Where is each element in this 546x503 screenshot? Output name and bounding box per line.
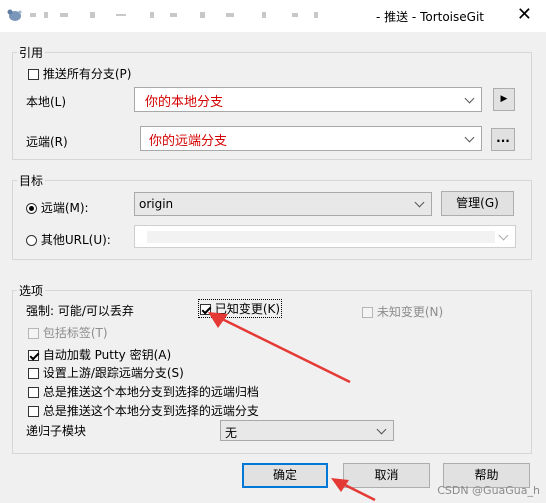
browse-label: ... xyxy=(496,131,510,145)
set-upstream-checkbox[interactable] xyxy=(28,368,39,379)
local-branch-label: 本地(L) xyxy=(26,95,67,109)
autoload-putty-checkbox[interactable] xyxy=(28,350,39,361)
remote-select[interactable]: origin xyxy=(134,192,432,216)
destination-group-legend: 目标 xyxy=(19,174,44,188)
options-group-legend: 选项 xyxy=(19,284,44,298)
annotation-arrow-known-changes xyxy=(208,312,351,384)
autoload-putty-label: 自动加载 Putty 密钥(A) xyxy=(42,348,172,362)
remote-radio-label: 远端(M): xyxy=(40,201,89,215)
close-icon[interactable]: ✕ xyxy=(517,4,532,25)
push-all-branches-label: 推送所有分支(P) xyxy=(42,67,132,81)
manage-label: 管理(G) xyxy=(456,196,499,210)
autoload-putty-option[interactable]: 自动加载 Putty 密钥(A) xyxy=(28,346,171,363)
push-all-branches-option[interactable]: 推送所有分支(P) xyxy=(28,65,131,82)
remote-branch-combo[interactable]: 你的远端分支 xyxy=(140,126,482,151)
set-upstream-option[interactable]: 设置上游/跟踪远端分支(S) xyxy=(28,364,184,381)
local-branch-combo[interactable]: 你的本地分支 xyxy=(134,87,482,112)
other-url-combo[interactable] xyxy=(134,225,516,248)
chevron-down-icon xyxy=(414,197,425,208)
chevron-down-icon xyxy=(498,230,509,240)
remote-branch-browse-button[interactable]: ... xyxy=(491,128,515,151)
play-arrow-icon: ▶ xyxy=(500,94,508,104)
remote-branch-value: 你的远端分支 xyxy=(149,134,228,149)
other-url-radio[interactable] xyxy=(26,235,37,246)
other-url-radio-option[interactable]: 其他URL(U): xyxy=(26,231,111,248)
chevron-down-icon xyxy=(464,93,475,103)
window-title: - 推送 - TortoiseGit xyxy=(375,10,484,24)
unknown-changes-checkbox[interactable] xyxy=(362,307,373,318)
remote-select-value: origin xyxy=(139,197,174,211)
push-branch-option[interactable]: 总是推送这个本地分支到选择的远端分支 xyxy=(28,402,259,419)
remote-radio-option[interactable]: 远端(M): xyxy=(26,199,89,216)
annotation-arrow-ok-button xyxy=(331,478,376,502)
tortoisegit-app-icon xyxy=(7,9,22,21)
recurse-submodules-select[interactable]: 无 xyxy=(220,420,394,441)
manage-button[interactable]: 管理(G) xyxy=(441,191,514,216)
title-bar: - 推送 - TortoiseGit ✕ xyxy=(0,0,546,32)
chevron-down-icon xyxy=(464,132,475,142)
blurred-path-text xyxy=(30,12,318,18)
remote-radio[interactable] xyxy=(26,203,37,214)
include-tags-checkbox[interactable] xyxy=(28,328,39,339)
include-tags-label: 包括标签(T) xyxy=(42,326,108,340)
ref-group-legend: 引用 xyxy=(19,46,44,60)
recurse-submodules-value: 无 xyxy=(225,426,238,440)
unknown-changes-label: 未知变更(N) xyxy=(376,305,444,319)
push-branch-label: 总是推送这个本地分支到选择的远端分支 xyxy=(42,404,259,418)
set-upstream-label: 设置上游/跟踪远端分支(S) xyxy=(42,366,184,380)
local-branch-value: 你的本地分支 xyxy=(145,95,224,110)
recurse-submodules-label: 递归子模块 xyxy=(26,424,87,438)
include-tags-option[interactable]: 包括标签(T) xyxy=(28,324,108,341)
watermark: CSDN @GuaGua_h xyxy=(437,484,540,497)
help-label: 帮助 xyxy=(474,468,499,482)
unknown-changes-option[interactable]: 未知变更(N) xyxy=(362,303,443,320)
local-branch-arrow-button[interactable]: ▶ xyxy=(493,88,515,111)
other-url-label: 其他URL(U): xyxy=(40,233,111,247)
push-all-branches-checkbox[interactable] xyxy=(28,69,39,80)
remote-branch-label: 远端(R) xyxy=(26,135,68,149)
ok-button[interactable]: 确定 xyxy=(242,463,328,488)
chevron-down-icon xyxy=(376,424,387,434)
blurred-url-placeholder xyxy=(147,231,495,243)
push-archive-checkbox[interactable] xyxy=(28,387,39,398)
push-branch-checkbox[interactable] xyxy=(28,406,39,417)
force-label: 强制: 可能/可以丢弃 xyxy=(26,304,134,318)
ok-label: 确定 xyxy=(272,468,297,482)
